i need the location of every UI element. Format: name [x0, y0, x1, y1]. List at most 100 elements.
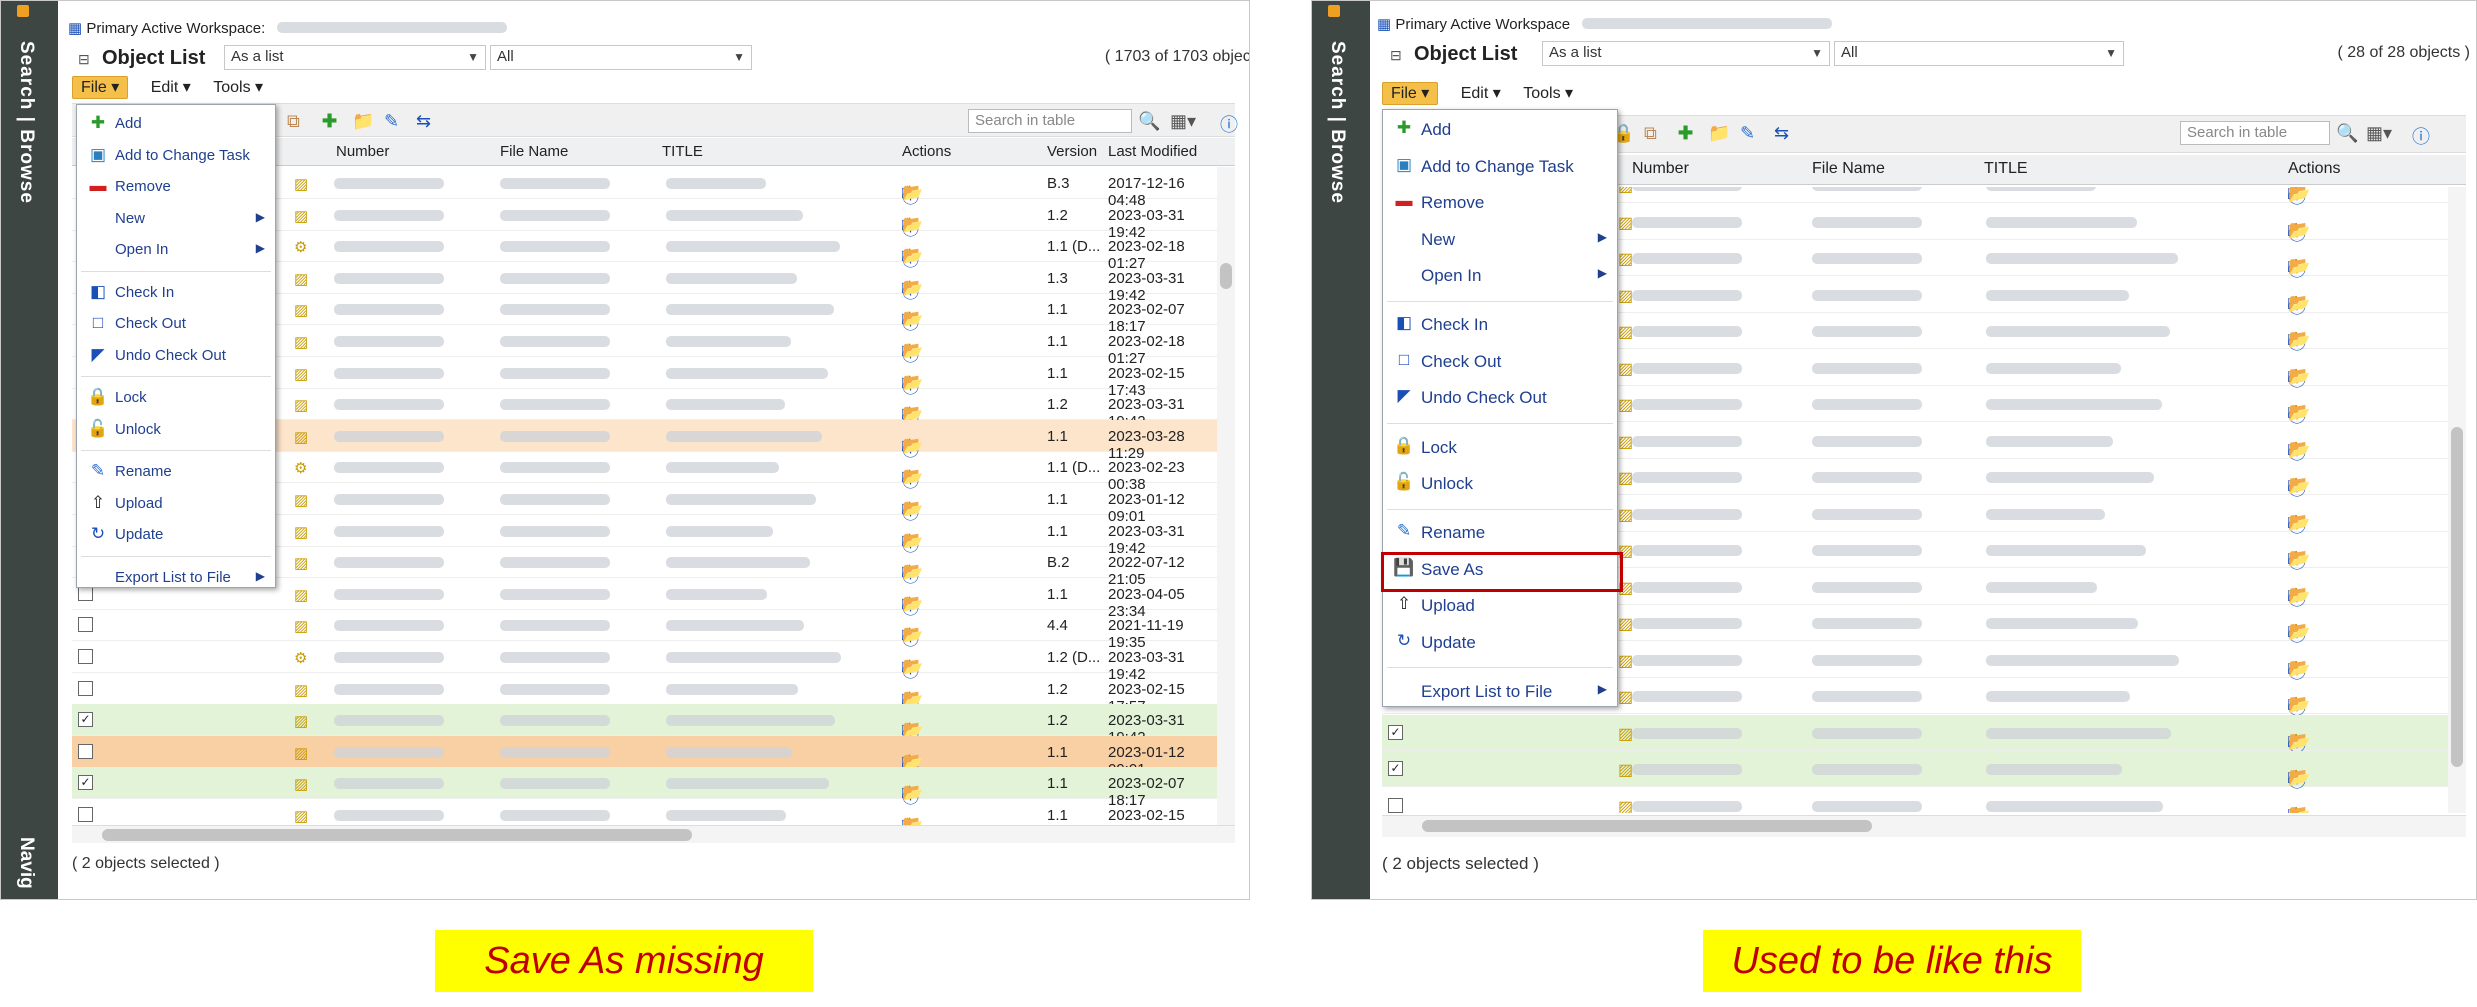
edit-attributes-icon[interactable]: ✎: [384, 111, 399, 132]
sidebar-search-browse[interactable]: Search | Browse: [15, 41, 37, 204]
add-icon[interactable]: ✚: [322, 111, 337, 132]
tool-icon[interactable]: ⧉: [1644, 123, 1657, 144]
filter-select[interactable]: All ▼: [1834, 41, 2124, 66]
col-title[interactable]: TITLE: [1984, 160, 2028, 178]
view-select[interactable]: As a list ▼: [1542, 41, 1830, 66]
row-checkbox[interactable]: ✓: [78, 712, 93, 728]
menu-item-undo-check-out[interactable]: ◤ Undo Check Out: [1383, 382, 1617, 419]
menu-item-undo-check-out[interactable]: ◤ Undo Check Out: [77, 341, 275, 373]
search-input[interactable]: Search in table: [2180, 121, 2330, 145]
folder-icon[interactable]: 📁: [1708, 123, 1730, 144]
menu-item-rename[interactable]: ✎ Rename: [77, 457, 275, 489]
folder-open-icon[interactable]: 📂: [2288, 658, 2311, 679]
col-number[interactable]: Number: [336, 143, 389, 160]
vertical-scrollbar[interactable]: [2448, 187, 2466, 813]
search-icon[interactable]: 🔍: [1138, 111, 1160, 132]
menu-item-add-to-change-task[interactable]: ▣ Add to Change Task: [77, 141, 275, 173]
menu-item-remove[interactable]: ▬ Remove: [77, 172, 275, 204]
sidebar-navigator[interactable]: Navig: [15, 837, 37, 889]
folder-icon[interactable]: 📁: [352, 111, 374, 132]
menu-item-check-out[interactable]: □ Check Out: [77, 309, 275, 341]
search-icon[interactable]: 🔍: [2336, 123, 2358, 144]
row-checkbox[interactable]: ✓: [1388, 761, 1403, 776]
row-checkbox[interactable]: [78, 649, 93, 664]
menu-item-lock[interactable]: 🔒 Lock: [77, 383, 275, 415]
table-row[interactable]: ✓ ▨ ⓘ ⚙ □ 📂: [1382, 714, 2448, 755]
col-file-name[interactable]: File Name: [1812, 160, 1885, 178]
folder-open-icon[interactable]: 📂: [2288, 366, 2311, 387]
folder-open-icon[interactable]: 📂: [2288, 402, 2311, 423]
add-icon[interactable]: ✚: [1678, 123, 1693, 144]
row-checkbox[interactable]: [78, 617, 93, 633]
col-actions[interactable]: Actions: [2288, 160, 2340, 178]
row-checkbox[interactable]: [78, 807, 93, 822]
menu-item-unlock[interactable]: 🔓 Unlock: [77, 415, 275, 447]
menu-item-open-in[interactable]: Open In ▶: [77, 235, 275, 267]
col-number[interactable]: Number: [1632, 160, 1689, 178]
folder-open-icon[interactable]: 📂: [2288, 187, 2311, 204]
table-row[interactable]: ▨ⓘ⚙□📂: [1382, 788, 2448, 814]
folder-open-icon[interactable]: 📂: [2288, 548, 2311, 569]
folder-open-icon[interactable]: 📂: [2288, 731, 2311, 752]
row-checkbox[interactable]: ✓: [78, 775, 93, 791]
folder-open-icon[interactable]: 📂: [2288, 621, 2311, 642]
edit-menu[interactable]: Edit ▾: [1461, 85, 1501, 102]
folder-open-icon[interactable]: 📂: [2288, 475, 2311, 496]
col-last-modified[interactable]: Last Modified: [1108, 143, 1197, 160]
folder-open-icon[interactable]: 📂: [2288, 256, 2311, 277]
row-checkbox[interactable]: [1388, 797, 1403, 813]
menu-item-unlock[interactable]: 🔓 Unlock: [1383, 468, 1617, 505]
columns-icon[interactable]: ▦▾: [1170, 111, 1196, 132]
col-title[interactable]: TITLE: [662, 143, 703, 160]
menu-item-new[interactable]: New ▶: [77, 204, 275, 236]
view-select[interactable]: As a list ▼: [224, 45, 486, 70]
table-row[interactable]: ✓ ▨ ⓘ ⚙ □ 📂: [1382, 751, 2448, 791]
menu-item-remove[interactable]: ▬ Remove: [1383, 187, 1617, 224]
workspace-value[interactable]: [1582, 18, 1833, 29]
menu-item-add-to-change-task[interactable]: ▣ Add to Change Task: [1383, 151, 1617, 188]
table-row[interactable]: ▨ⓘ⚙□📂1.22023-02-15 17:57: [72, 673, 1217, 715]
folder-open-icon[interactable]: 📂: [2288, 220, 2311, 241]
menu-item-upload[interactable]: ⇧ Upload: [1383, 590, 1617, 627]
menu-item-add[interactable]: ✚ Add: [77, 109, 275, 141]
refresh-icon[interactable]: ⇆: [1774, 123, 1789, 144]
menu-item-check-in[interactable]: ◧ Check In: [1383, 309, 1617, 346]
help-icon[interactable]: ⓘ: [2412, 123, 2430, 149]
menu-item-lock[interactable]: 🔒 Lock: [1383, 432, 1617, 469]
refresh-icon[interactable]: ⇆: [416, 111, 431, 132]
folder-open-icon[interactable]: 📂: [2288, 329, 2311, 350]
horizontal-scrollbar[interactable]: [72, 825, 1235, 843]
table-row[interactable]: ✓ ▨ ⓘ ⚙ □ 📂 1.1 2023-02-07 18:17: [72, 767, 1217, 809]
edit-attributes-icon[interactable]: ✎: [1740, 123, 1755, 144]
file-menu-button[interactable]: File ▾: [72, 76, 129, 99]
folder-open-icon[interactable]: 📂: [2288, 585, 2311, 606]
collapse-icon[interactable]: ⊟: [78, 51, 90, 68]
horizontal-scrollbar[interactable]: [1382, 815, 2466, 837]
sidebar-search-browse[interactable]: Search | Browse: [1326, 41, 1348, 204]
help-icon[interactable]: ⓘ: [1220, 111, 1238, 137]
menu-item-export-list-to-file[interactable]: Export List to File ▶: [77, 563, 275, 595]
menu-item-update[interactable]: ↻ Update: [1383, 627, 1617, 664]
vertical-scrollbar[interactable]: [1217, 167, 1235, 827]
col-version[interactable]: Version: [1047, 143, 1097, 160]
row-checkbox[interactable]: [78, 680, 93, 696]
menu-item-add[interactable]: ✚ Add: [1383, 114, 1617, 151]
menu-item-upload[interactable]: ⇧ Upload: [77, 489, 275, 521]
menu-item-update[interactable]: ↻ Update: [77, 520, 275, 552]
folder-open-icon[interactable]: 📂: [2288, 439, 2311, 460]
filter-select[interactable]: All ▼: [490, 45, 752, 70]
menu-item-rename[interactable]: ✎ Rename: [1383, 517, 1617, 554]
columns-icon[interactable]: ▦▾: [2366, 123, 2392, 144]
folder-open-icon[interactable]: 📂: [2288, 694, 2311, 715]
collapse-icon[interactable]: ⊟: [1390, 47, 1402, 64]
table-row[interactable]: ⚙ ⓘ ⚙ □ 📂 1.2 (D... 2023-03-31 19:42: [72, 641, 1217, 683]
menu-item-export-list-to-file[interactable]: Export List to File ▶: [1383, 676, 1617, 713]
tool-icon[interactable]: ⧉: [287, 111, 300, 132]
table-row[interactable]: ✓▨ⓘ⚙□📂1.22023-03-31 19:42: [72, 704, 1217, 746]
folder-open-icon[interactable]: 📂: [2288, 804, 2311, 814]
menu-item-check-out[interactable]: □ Check Out: [1383, 346, 1617, 383]
folder-open-icon[interactable]: 📂: [2288, 293, 2311, 314]
col-actions[interactable]: Actions: [902, 143, 951, 160]
row-checkbox[interactable]: ✓: [1388, 724, 1403, 740]
tools-menu[interactable]: Tools ▾: [213, 79, 263, 96]
